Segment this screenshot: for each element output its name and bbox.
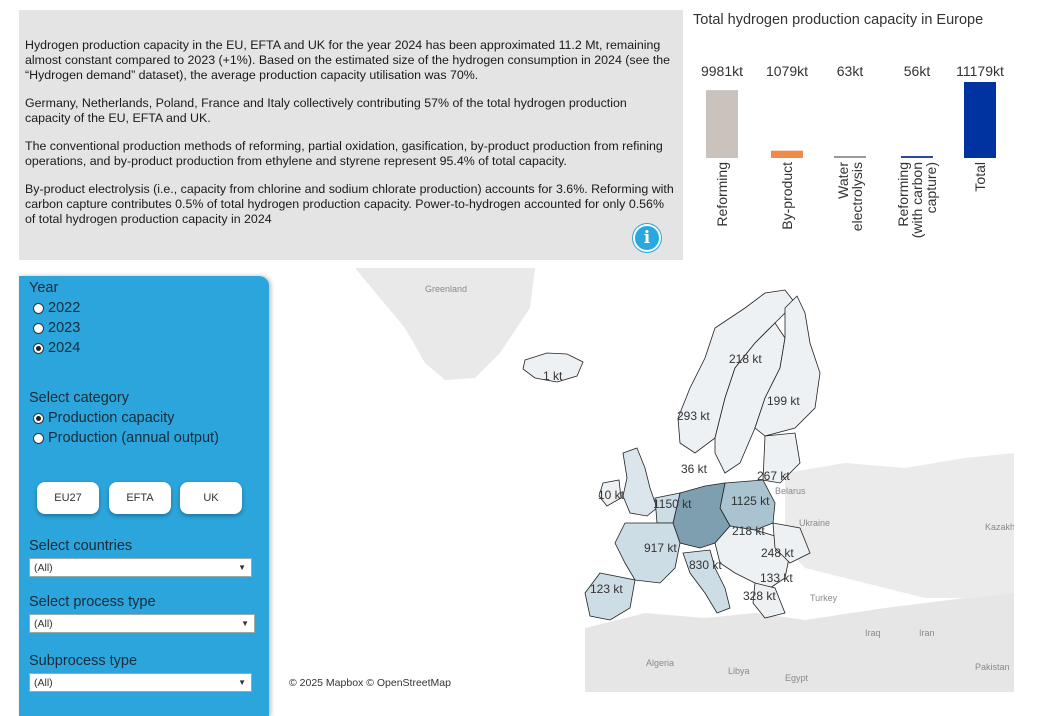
bar-data-label: 9981kt xyxy=(701,63,743,79)
bar-category-label: By-product xyxy=(779,162,795,230)
map-value-label: 123 kt xyxy=(590,582,623,596)
map-value-label: 267 kt xyxy=(757,469,790,483)
radio-label: 2024 xyxy=(48,340,81,356)
year-heading: Year xyxy=(29,280,59,296)
map-place-label: Greenland xyxy=(425,284,468,294)
map-country-uk[interactable] xyxy=(622,447,658,517)
map-value-label: 1125 kt xyxy=(731,494,770,508)
map-value-label: 293 kt xyxy=(677,409,710,423)
radio-year-2022[interactable]: 2022 xyxy=(33,300,80,316)
bar-category-label: Waterelectrolysis xyxy=(835,162,865,232)
info-icon-glyph: i xyxy=(643,228,651,248)
subprocess-heading: Subprocess type xyxy=(29,653,138,669)
radio-button[interactable] xyxy=(33,432,44,444)
summary-paragraph-3: The conventional production methods of r… xyxy=(25,139,663,168)
chevron-down-icon: ▼ xyxy=(238,678,246,687)
map-value-label: 1 kt xyxy=(543,369,563,383)
chevron-down-icon: ▼ xyxy=(241,619,249,628)
bar-data-label: 1079kt xyxy=(766,63,808,79)
process-select[interactable]: (All) ▼ xyxy=(29,614,255,633)
europe-map[interactable]: Greenland Belarus Ukraine Kazakh Turkey … xyxy=(285,268,1014,692)
map-value-label: 830 kt xyxy=(689,558,722,572)
map-value-label: 917 kt xyxy=(644,541,677,555)
bar-category-label: Reforming(with carboncapture) xyxy=(895,162,939,238)
map-place-label: Libya xyxy=(728,666,750,676)
efta-button[interactable]: EFTA xyxy=(109,482,171,514)
map-canvas[interactable] xyxy=(285,268,1014,692)
bar-water-electrolysis[interactable] xyxy=(834,156,866,158)
filter-sidebar: Year 2022 2023 2024 Select category Prod… xyxy=(19,276,269,716)
map-value-label: 218 kt xyxy=(732,524,765,538)
map-value-label: 1150 kt xyxy=(653,497,692,511)
map-place-label: Turkey xyxy=(810,593,838,603)
process-heading: Select process type xyxy=(29,594,156,610)
radio-production-capacity[interactable]: Production capacity xyxy=(33,410,175,426)
bar-reforming[interactable] xyxy=(706,90,738,158)
summary-paragraph-4: By-product electrolysis (i.e., capacity … xyxy=(25,182,674,226)
map-country-spain[interactable] xyxy=(584,572,636,621)
map-value-label: 133 kt xyxy=(760,571,793,585)
countries-select[interactable]: (All) ▼ xyxy=(29,558,252,577)
bar-data-label: 56kt xyxy=(904,63,931,79)
map-value-label: 10 kt xyxy=(598,488,625,502)
map-place-label: Kazakh xyxy=(985,522,1014,532)
bar-total[interactable] xyxy=(964,82,996,158)
radio-year-2024[interactable]: 2024 xyxy=(33,340,80,356)
map-value-label: 248 kt xyxy=(761,546,794,560)
summary-panel: Hydrogen production capacity in the EU, … xyxy=(19,10,683,260)
radio-button[interactable] xyxy=(33,342,44,354)
map-value-label: 218 kt xyxy=(729,352,762,366)
bar-by-product[interactable] xyxy=(771,150,803,158)
summary-paragraph-1: Hydrogen production capacity in the EU, … xyxy=(25,38,671,82)
bar-chart: 9981kt Reforming 1079kt By-product 63kt Water… xyxy=(701,63,1004,238)
bar-data-label: 11179kt xyxy=(956,63,1004,79)
countries-select-value: (All) xyxy=(34,561,53,574)
map-value-label: 328 kt xyxy=(743,589,776,603)
category-heading: Select category xyxy=(29,390,129,406)
radio-button[interactable] xyxy=(33,302,44,314)
map-place-label: Belarus xyxy=(775,486,806,496)
subprocess-select-value: (All) xyxy=(34,676,53,689)
chevron-down-icon: ▼ xyxy=(238,563,246,572)
map-place-label: Ukraine xyxy=(799,518,831,528)
radio-label: 2023 xyxy=(48,320,81,336)
radio-button[interactable] xyxy=(33,322,44,334)
eu27-button[interactable]: EU27 xyxy=(37,482,99,514)
countries-heading: Select countries xyxy=(29,538,133,554)
map-place-label: Pakistan xyxy=(975,662,1010,672)
radio-button[interactable] xyxy=(33,412,44,424)
radio-year-2023[interactable]: 2023 xyxy=(33,320,80,336)
map-place-label: Egypt xyxy=(785,673,809,683)
uk-button[interactable]: UK xyxy=(180,482,242,514)
bar-reforming-with-carbon-capture-[interactable] xyxy=(901,156,933,158)
info-icon[interactable]: i xyxy=(633,224,661,252)
summary-paragraph-2: Germany, Netherlands, Poland, France and… xyxy=(25,96,627,125)
map-place-label: Iran xyxy=(919,628,935,638)
map-value-label: 36 kt xyxy=(681,462,708,476)
process-select-value: (All) xyxy=(34,617,53,630)
radio-production-output[interactable]: Production (annual output) xyxy=(33,430,219,446)
bar-data-label: 63kt xyxy=(837,63,864,79)
bar-category-label: Total xyxy=(972,162,988,192)
map-place-label: Iraq xyxy=(865,628,881,638)
radio-label: Production capacity xyxy=(48,410,175,426)
map-place-label: Algeria xyxy=(646,658,675,668)
map-attribution[interactable]: © 2025 Mapbox © OpenStreetMap xyxy=(289,677,451,689)
radio-label: Production (annual output) xyxy=(48,430,219,446)
radio-label: 2022 xyxy=(48,300,81,316)
subprocess-select[interactable]: (All) ▼ xyxy=(29,673,252,692)
map-value-label: 199 kt xyxy=(767,394,800,408)
bar-category-label: Reforming xyxy=(714,162,730,227)
chart-title: Total hydrogen production capacity in Eu… xyxy=(693,12,984,28)
